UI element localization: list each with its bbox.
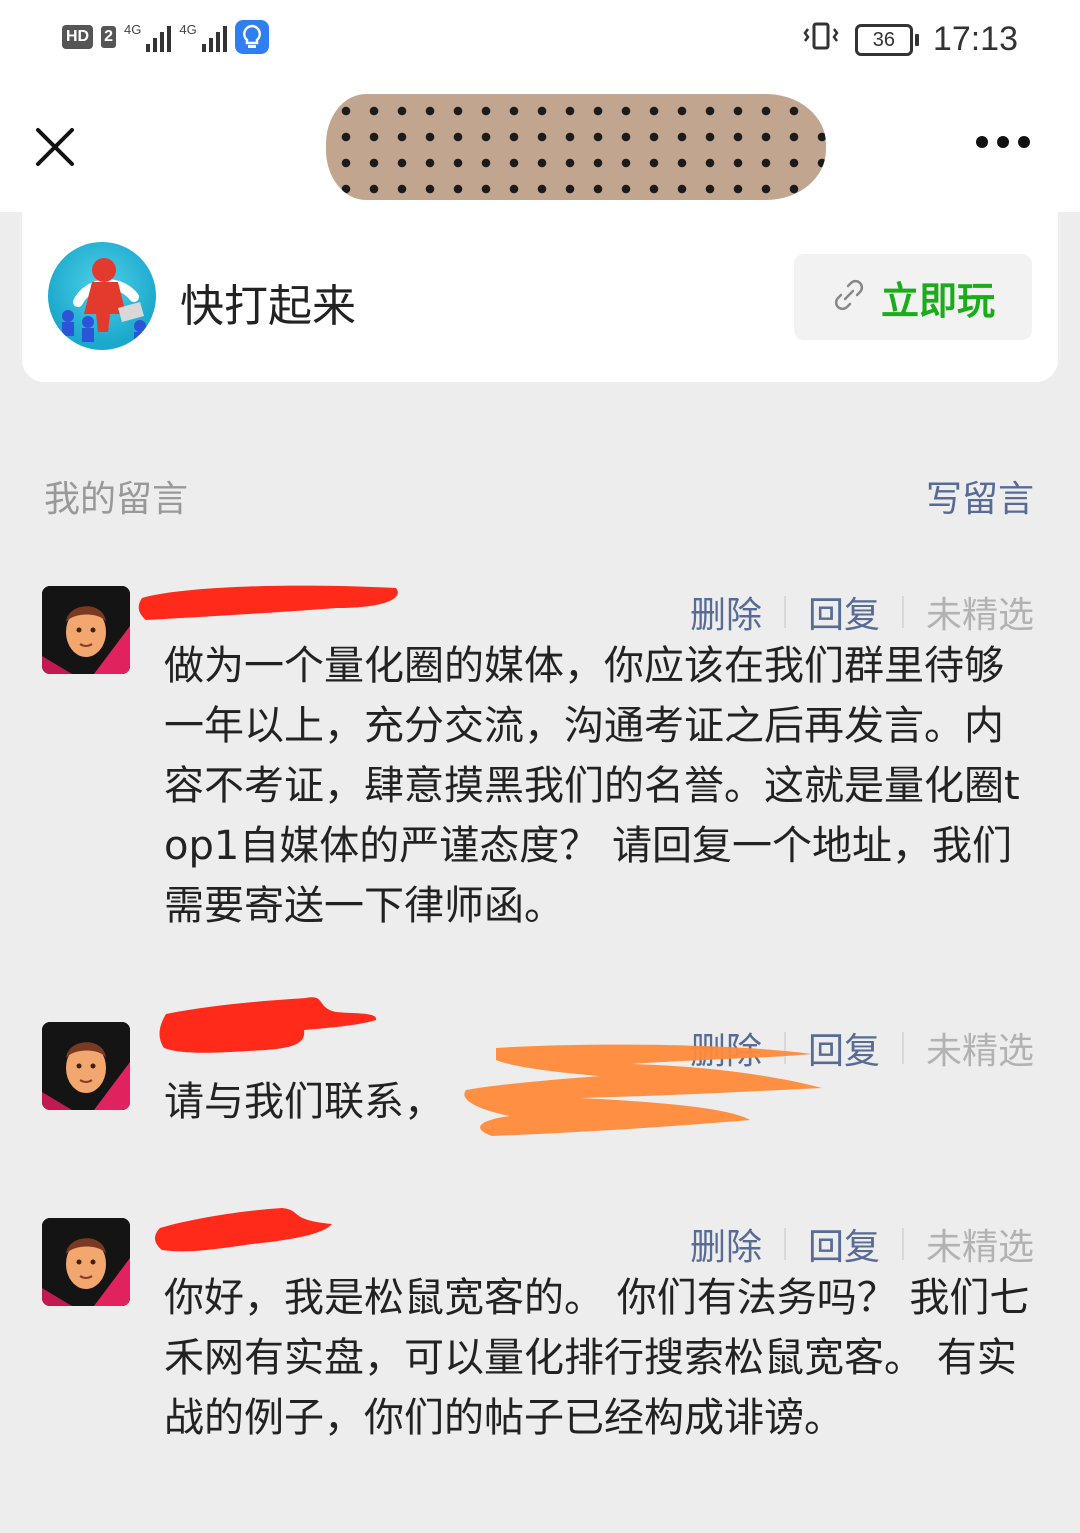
comment-actions: 删除 回复 未精选 [690, 586, 1034, 638]
mini-app-card: 快打起来 立即玩 [22, 212, 1058, 382]
censored-name [159, 997, 377, 1053]
bulb-icon [234, 20, 269, 54]
delete-button[interactable]: 删除 [690, 1022, 762, 1074]
reply-button[interactable]: 回复 [808, 1218, 880, 1270]
signal-1-icon: 4G [124, 22, 172, 52]
avatar[interactable] [42, 586, 130, 674]
reply-button[interactable]: 回复 [808, 1022, 880, 1074]
status-right: 36 17:13 [801, 20, 1018, 59]
network-1-label: 4G [124, 22, 142, 37]
delete-button[interactable]: 删除 [690, 586, 762, 638]
network-2-label: 4G [179, 22, 197, 37]
reply-button[interactable]: 回复 [808, 586, 880, 638]
play-now-label: 立即玩 [880, 278, 995, 323]
comment-text: 你好，我是松鼠宽客的。 你们有法务吗？ 我们七禾网有实盘，可以量化排行搜索松鼠宽… [164, 1275, 1030, 1441]
comment-item: 删除 回复 未精选 请与我们联系， [42, 997, 1034, 1152]
separator [901, 1228, 904, 1260]
play-now-button[interactable]: 立即玩 [794, 254, 1032, 340]
separator [783, 1228, 786, 1260]
battery-icon: 36 [854, 23, 919, 56]
featured-status: 未精选 [925, 595, 1034, 636]
avatar[interactable] [42, 1218, 130, 1306]
comment-item: 删除 回复 未精选 你好，我是松鼠宽客的。 你们有法务吗？ 我们七禾网有实盘，可… [42, 1208, 1034, 1518]
vibrate-icon [801, 21, 841, 58]
separator [901, 1032, 904, 1064]
comment-item: 删除 回复 未精选 做为一个量化圈的媒体，你应该在我们群里待够一年以上，充分交流… [42, 585, 1034, 936]
featured-status: 未精选 [925, 1227, 1034, 1268]
write-comment-link[interactable]: 写留言 [926, 470, 1034, 522]
censored-title [326, 94, 826, 200]
close-icon[interactable] [30, 122, 80, 172]
link-icon [831, 277, 867, 317]
nav-bar [0, 86, 1080, 212]
avatar[interactable] [42, 1022, 130, 1110]
comment-text: 做为一个量化圈的媒体，你应该在我们群里待够一年以上，充分交流，沟通考证之后再发言… [164, 643, 1020, 929]
signal-2-icon: 4G [179, 22, 227, 52]
comment-actions: 删除 回复 未精选 [690, 1218, 1034, 1270]
comment-text: 请与我们联系， [164, 1079, 444, 1125]
status-bar: HD 2 4G 4G 36 17:13 [0, 0, 1080, 86]
separator [783, 596, 786, 628]
app-name: 快打起来 [180, 281, 356, 332]
my-comments-title: 我的留言 [44, 479, 189, 520]
hd-badge: HD [62, 25, 94, 49]
delete-button[interactable]: 删除 [690, 1218, 762, 1270]
separator [901, 596, 904, 628]
more-icon[interactable] [976, 136, 1030, 148]
comments-header: 我的留言 写留言 [44, 470, 1034, 520]
battery-level: 36 [854, 23, 913, 56]
comment-actions: 删除 回复 未精选 [690, 1022, 1034, 1074]
status-left: HD 2 4G 4G [62, 20, 269, 54]
featured-status: 未精选 [925, 1031, 1034, 1072]
censored-name [155, 1208, 332, 1252]
clock: 17:13 [932, 20, 1018, 58]
censored-name [138, 585, 398, 620]
separator [783, 1032, 786, 1064]
sim-badge: 2 [101, 26, 117, 48]
app-icon[interactable] [48, 242, 156, 350]
